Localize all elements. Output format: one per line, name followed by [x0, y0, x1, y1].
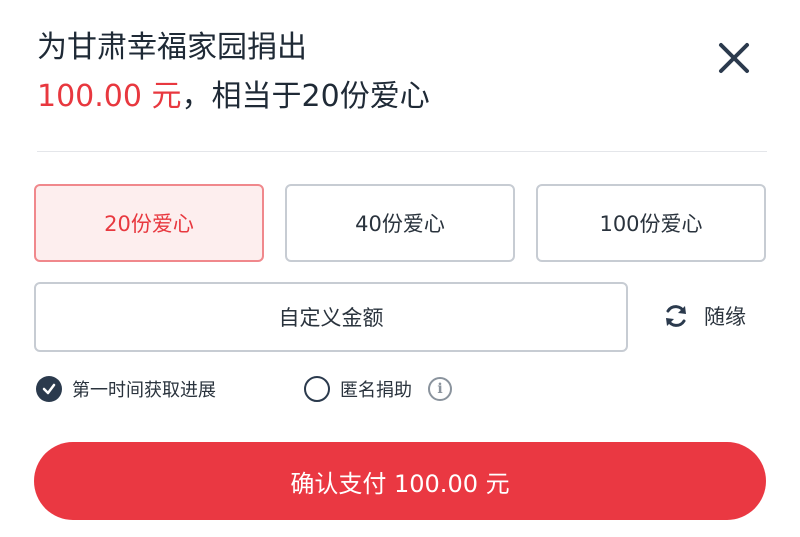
option-label: 100份爱心 [599, 212, 703, 236]
equivalent-text: ，相当于20份爱心 [181, 79, 430, 114]
option-20-hearts[interactable]: 20份爱心 [34, 184, 264, 262]
checkbox-label: 第一时间获取进展 [72, 380, 216, 401]
custom-amount-label: 自定义金额 [278, 306, 384, 330]
refresh-icon [666, 305, 686, 327]
anonymous-checkbox[interactable]: 匿名捐助 i [304, 372, 452, 406]
close-button[interactable] [714, 38, 754, 78]
title-line-1: 为甘肃幸福家园捐出 [37, 30, 307, 65]
random-amount-button[interactable]: 随缘 [662, 298, 746, 334]
pay-button-label: 确认支付 100.00 元 [290, 469, 510, 498]
checkbox-unchecked [304, 376, 330, 402]
custom-amount-button[interactable]: 自定义金额 [34, 282, 628, 352]
checkbox-checked [36, 376, 62, 402]
progress-updates-checkbox[interactable]: 第一时间获取进展 [36, 372, 216, 406]
confirm-pay-button[interactable]: 确认支付 100.00 元 [34, 442, 766, 520]
option-100-hearts[interactable]: 100份爱心 [536, 184, 766, 262]
option-label: 40份爱心 [355, 212, 445, 236]
close-icon [719, 43, 749, 73]
donation-amount: 100.00 元 [37, 79, 182, 114]
checkmark-icon [42, 383, 56, 395]
option-40-hearts[interactable]: 40份爱心 [285, 184, 515, 262]
info-icon[interactable]: i [428, 377, 452, 401]
checkbox-label: 匿名捐助 [340, 380, 412, 401]
option-label: 20份爱心 [104, 212, 194, 236]
title-line-2: 100.00 元，相当于20份爱心 [37, 75, 430, 119]
header-divider [37, 151, 767, 152]
random-label: 随缘 [704, 305, 746, 329]
